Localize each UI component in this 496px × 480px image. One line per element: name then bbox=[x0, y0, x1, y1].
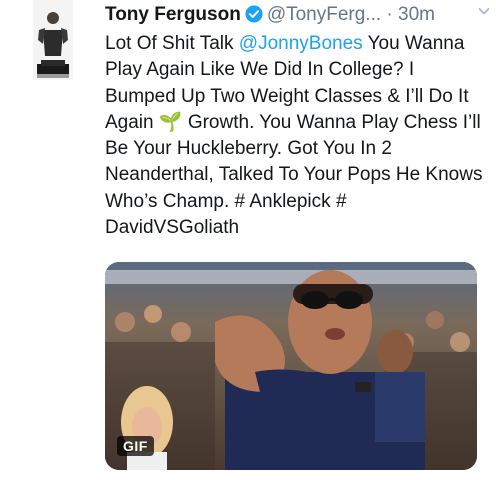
chevron-down-icon[interactable] bbox=[477, 4, 491, 23]
tweet-text-part: Lot Of Shit Talk bbox=[105, 33, 239, 54]
gif-badge: GIF bbox=[117, 436, 154, 456]
seedling-emoji: 🌱 bbox=[158, 111, 183, 133]
tweet-timestamp[interactable]: 30m bbox=[398, 4, 435, 25]
author-handle[interactable]: @TonyFerg... bbox=[267, 4, 381, 25]
tweet-header: Tony Ferguson @TonyFerg... · 30m bbox=[105, 2, 485, 28]
tweet-text: Lot Of Shit Talk @JonnyBones You Wanna P… bbox=[105, 31, 485, 241]
author-name[interactable]: Tony Ferguson bbox=[105, 4, 241, 25]
mention-link[interactable]: @JonnyBones bbox=[239, 33, 363, 54]
verified-badge-icon bbox=[245, 5, 263, 31]
gif-media[interactable]: GIF bbox=[105, 262, 477, 470]
hashtag-link[interactable]: # Anklepick bbox=[235, 191, 331, 212]
separator-dot: · bbox=[386, 4, 393, 25]
author-avatar[interactable] bbox=[33, 0, 73, 80]
